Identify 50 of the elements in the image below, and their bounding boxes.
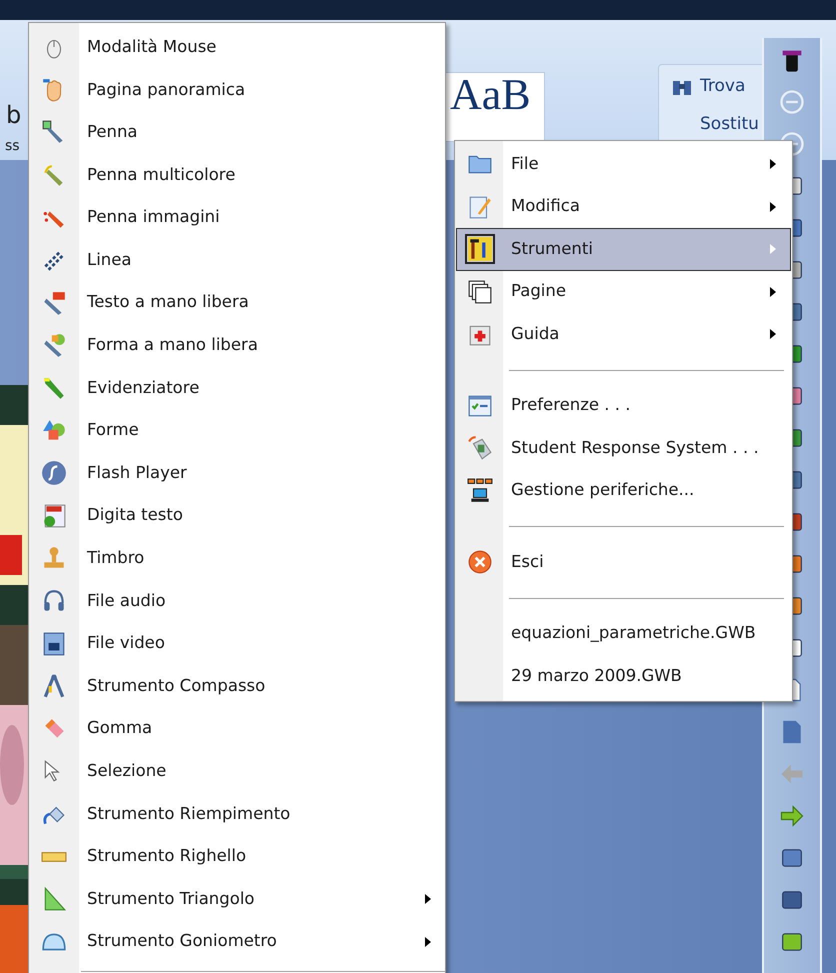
menu-item[interactable]: Flash Player: [29, 452, 445, 495]
menu-item[interactable]: Selezione: [29, 750, 445, 793]
menu-item[interactable]: Gomma: [29, 708, 445, 750]
menu-item[interactable]: Timbro: [29, 537, 445, 580]
style-gallery[interactable]: AaB: [445, 72, 545, 142]
menu-item[interactable]: Strumento Compasso: [29, 664, 445, 708]
menu-item[interactable]: Evidenziatore: [29, 366, 445, 410]
menu-item[interactable]: Digita testo: [29, 494, 445, 538]
menu-item[interactable]: Modifica: [456, 186, 791, 228]
menu-item-icon: [467, 194, 493, 220]
menu-item-icon: [467, 435, 493, 462]
menu-item[interactable]: Pagina panoramica: [29, 68, 445, 112]
menu-item-icon: [467, 549, 493, 576]
menu-item[interactable]: Student Response System . . .: [456, 427, 791, 470]
menu-item[interactable]: Pagine: [456, 270, 791, 313]
menu-item[interactable]: Strumento Goniometro: [29, 920, 445, 964]
menu-item-icon: [467, 392, 493, 419]
menu-item[interactable]: Strumento Triangolo: [29, 878, 445, 920]
menu-item-icon: [41, 630, 67, 657]
menu-item-icon: [467, 278, 493, 305]
menu-item[interactable]: Penna immagini: [29, 196, 445, 239]
menu-item[interactable]: Forme: [29, 409, 445, 452]
menu-item[interactable]: Modalità Mouse: [29, 26, 445, 69]
menu-item-icon: [41, 460, 67, 486]
menu-item[interactable]: Guida: [456, 313, 791, 356]
replace-button[interactable]: Sostitu: [700, 112, 759, 138]
menu-item[interactable]: Testo a mano libera: [29, 282, 445, 324]
menu-item[interactable]: Penna multicolore: [29, 154, 445, 196]
menu-item[interactable]: File video: [29, 622, 445, 665]
menu-item[interactable]: Preferenze . . .: [456, 384, 791, 427]
menu-item[interactable]: Forma a mano libera: [29, 324, 445, 367]
menu-item[interactable]: Strumento Righello: [29, 835, 445, 878]
ribbon-label: b: [6, 100, 22, 131]
menu-item[interactable]: Strumento Riempimento: [29, 792, 445, 836]
toolbar-tool-icon: [778, 88, 806, 116]
menu-item[interactable]: Esci: [456, 541, 791, 584]
menu-item-icon: [41, 673, 67, 700]
menu-item-icon: [467, 478, 493, 504]
menu-item[interactable]: 29 marzo 2009.GWB: [456, 655, 791, 698]
menu-item-icon: [467, 236, 493, 262]
menu-item[interactable]: equazioni_parametriche.GWB: [456, 612, 791, 655]
menu-item[interactable]: Linea: [29, 238, 445, 282]
ribbon-label: ss: [5, 137, 20, 156]
menu-item[interactable]: File: [456, 143, 791, 186]
menu-item[interactable]: File audio: [29, 580, 445, 622]
menu-item[interactable]: Strumenti: [456, 228, 791, 270]
menu-item[interactable]: Gestione periferiche...: [456, 470, 791, 512]
find-button[interactable]: Trova: [700, 74, 746, 100]
menu-item[interactable]: Penna: [29, 111, 445, 154]
style-gallery-sample: AaB: [450, 70, 531, 119]
